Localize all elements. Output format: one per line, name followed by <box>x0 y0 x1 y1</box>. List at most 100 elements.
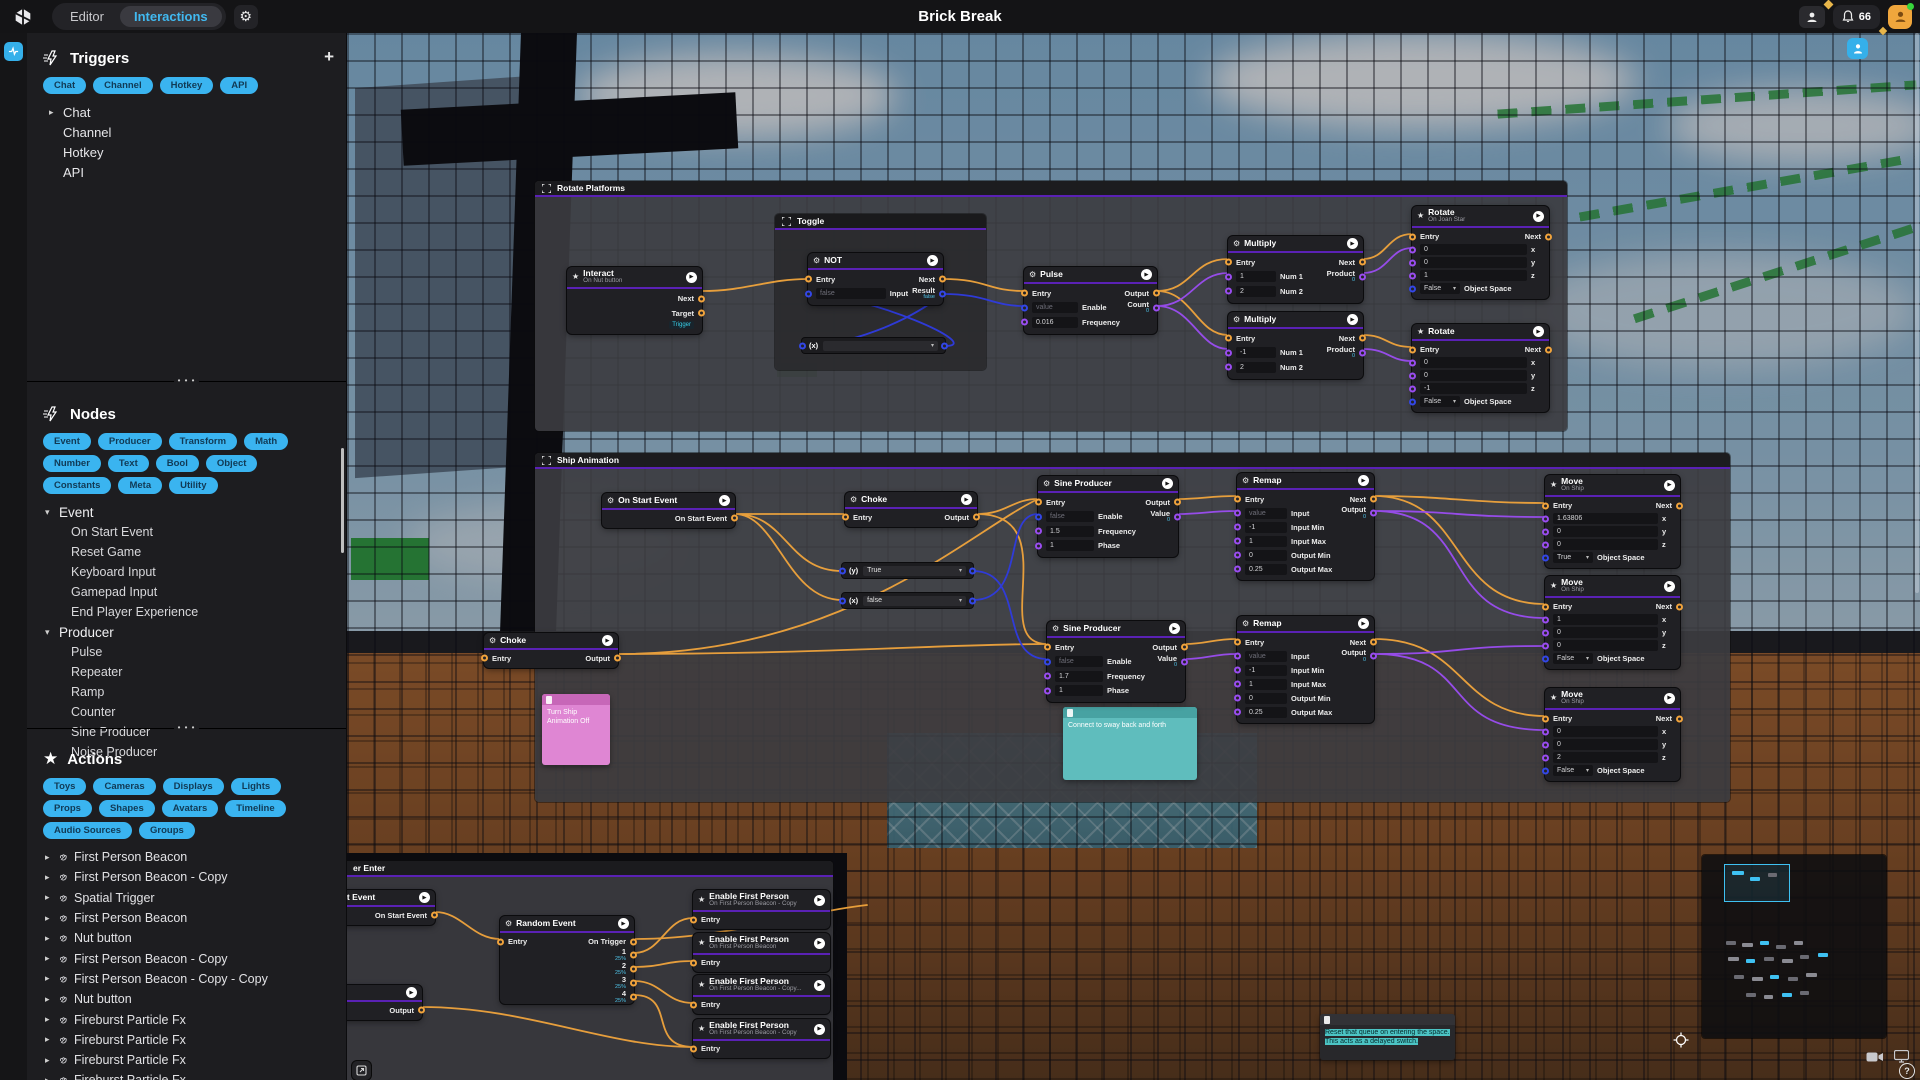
port-input-max[interactable] <box>1234 538 1241 545</box>
port-entry[interactable] <box>1021 290 1028 297</box>
port-out[interactable] <box>941 342 948 349</box>
chip-props[interactable]: Props <box>43 800 92 817</box>
num1-field[interactable]: -1 <box>1236 347 1276 358</box>
port-next[interactable] <box>1359 335 1366 342</box>
y-field[interactable]: 0 <box>1420 257 1527 268</box>
y-field[interactable]: 0 <box>1553 627 1658 638</box>
node-enable-first-person-4[interactable]: ★Enable First PersonOn First Person Beac… <box>693 1019 830 1058</box>
port-next[interactable] <box>1545 233 1552 240</box>
node-item-counter[interactable]: Counter <box>43 702 332 722</box>
num1-field[interactable]: 1 <box>1236 271 1276 282</box>
port-entry[interactable] <box>481 655 488 662</box>
play-button[interactable]: ▶ <box>961 494 972 505</box>
port-out[interactable] <box>969 567 976 574</box>
avatar[interactable] <box>1888 5 1912 29</box>
node-not[interactable]: ⚙NOT▶ EntryNext falseInputResultfalse <box>808 253 943 305</box>
port-next[interactable] <box>1676 715 1683 722</box>
frequency-field[interactable]: 0.016 <box>1032 317 1078 328</box>
action-item[interactable]: ▸Nut button <box>43 928 332 948</box>
chip-cameras[interactable]: Cameras <box>93 778 155 795</box>
play-button[interactable]: ▶ <box>814 1024 825 1035</box>
collapse-arrow-icon[interactable]: ▾ <box>45 507 53 518</box>
value-dropdown[interactable]: false▾ <box>863 596 966 606</box>
node-on-start-event-partial[interactable]: ⚙On Start Event▶ On Start Event <box>347 890 435 925</box>
port-output[interactable] <box>418 1007 425 1014</box>
help-button[interactable]: ? <box>1899 1063 1915 1079</box>
port-output[interactable] <box>973 514 980 521</box>
action-item[interactable]: ▸First Person Beacon - Copy - Copy <box>43 969 332 989</box>
minimap-viewport[interactable] <box>1724 864 1790 902</box>
x-field[interactable]: 0 <box>1420 357 1527 368</box>
node-multiply-1[interactable]: ⚙Multiply▶ EntryNext 1Num 1Product0 2Num… <box>1228 236 1363 303</box>
x-field[interactable]: 1.63806 <box>1553 513 1658 524</box>
sticky-note[interactable]: Reset that queue on entering the space. … <box>1320 1014 1455 1060</box>
port-next[interactable] <box>1545 346 1552 353</box>
port-output-min[interactable] <box>1234 695 1241 702</box>
action-item[interactable]: ▸Fireburst Particle Fx <box>43 1009 332 1029</box>
x-field[interactable]: 0 <box>1420 244 1527 255</box>
node-sine-producer-1[interactable]: ⚙Sine Producer▶ EntryOutput falseEnableV… <box>1038 476 1178 557</box>
port-num2[interactable] <box>1225 364 1232 371</box>
chip-math[interactable]: Math <box>244 433 288 450</box>
phase-field[interactable]: 1 <box>1055 685 1103 696</box>
port-output-min[interactable] <box>1234 552 1241 559</box>
output-min-field[interactable]: 0 <box>1245 550 1287 561</box>
action-item[interactable]: ▸First Person Beacon <box>43 908 332 928</box>
node-multiply-2[interactable]: ⚙Multiply▶ EntryNext -1Num 1Product0 2Nu… <box>1228 312 1363 379</box>
z-field[interactable]: -1 <box>1420 383 1527 394</box>
num2-field[interactable]: 2 <box>1236 286 1276 297</box>
chip-transform[interactable]: Transform <box>169 433 237 450</box>
space-dropdown[interactable]: False▾ <box>1553 653 1593 664</box>
port-entry[interactable] <box>690 1001 697 1008</box>
port-next[interactable] <box>939 276 946 283</box>
node-item-reset-game[interactable]: Reset Game <box>43 542 332 562</box>
port-z[interactable] <box>1409 385 1416 392</box>
port-entry[interactable] <box>690 959 697 966</box>
node-move-3[interactable]: ★MoveOn Ship▶ EntryNext 0x 0y 2z False▾O… <box>1545 688 1680 781</box>
port-output-max[interactable] <box>1234 566 1241 573</box>
port-count[interactable] <box>1153 304 1160 311</box>
y-field[interactable]: 0 <box>1420 370 1527 381</box>
port-y[interactable] <box>1542 528 1549 535</box>
chip-audio-sources[interactable]: Audio Sources <box>43 822 132 839</box>
port-input-max[interactable] <box>1234 681 1241 688</box>
port-phase[interactable] <box>1035 542 1042 549</box>
node-rotate-2[interactable]: ★Rotate▶ EntryNext 0x 0y -1z False▾Objec… <box>1412 324 1549 412</box>
node-group-producer[interactable]: ▾Producer <box>43 622 332 642</box>
node-rotate-1[interactable]: ★RotateOn Joan Star▶ EntryNext 0x 0y 1z … <box>1412 206 1549 299</box>
port-frequency[interactable] <box>1035 528 1042 535</box>
minimap[interactable] <box>1702 855 1886 1038</box>
port-product[interactable] <box>1359 273 1366 280</box>
port-x[interactable] <box>1542 728 1549 735</box>
chip-constants[interactable]: Constants <box>43 477 111 494</box>
port-entry[interactable] <box>842 514 849 521</box>
node-enable-first-person-3[interactable]: ★Enable First PersonOn First Person Beac… <box>693 975 830 1014</box>
space-dropdown[interactable]: False▾ <box>1420 396 1460 407</box>
port-entry[interactable] <box>1542 603 1549 610</box>
tab-interactions[interactable]: Interactions <box>120 6 222 27</box>
port-in[interactable] <box>799 342 806 349</box>
phase-field[interactable]: 1 <box>1046 540 1094 551</box>
port-output[interactable] <box>1174 499 1181 506</box>
profile-button[interactable] <box>1799 6 1825 28</box>
port-result[interactable] <box>939 290 946 297</box>
chip-shapes[interactable]: Shapes <box>99 800 155 817</box>
sticky-note[interactable]: Turn Ship Animation Off <box>542 694 610 765</box>
node-interact[interactable]: ★InteractOn Nut button▶ Next Target Trig… <box>567 267 702 334</box>
chip-lights[interactable]: Lights <box>231 778 282 795</box>
node-move-1[interactable]: ★MoveOn Ship▶ EntryNext 1.63806x 0y 0z T… <box>1545 475 1680 568</box>
interactions-panel-icon[interactable] <box>4 42 23 61</box>
node-remap-2[interactable]: ⚙Remap▶ EntryNext valueInputOutput0 -1In… <box>1237 616 1374 723</box>
action-item[interactable]: ▸Fireburst Particle Fx <box>43 1030 332 1050</box>
port-input[interactable] <box>1234 510 1241 517</box>
port-entry[interactable] <box>1234 639 1241 646</box>
variable-node-x[interactable]: (x) false▾ <box>842 593 973 608</box>
node-item-gamepad-input[interactable]: Gamepad Input <box>43 582 332 602</box>
port-frequency[interactable] <box>1044 673 1051 680</box>
port-z[interactable] <box>1542 541 1549 548</box>
z-field[interactable]: 0 <box>1553 539 1658 550</box>
node-remap-1[interactable]: ⚙Remap▶ EntryNext valueInputOutput0 -1In… <box>1237 473 1374 580</box>
port-object-space[interactable] <box>1409 398 1416 405</box>
port-input-min[interactable] <box>1234 667 1241 674</box>
chip-object[interactable]: Object <box>206 455 258 472</box>
